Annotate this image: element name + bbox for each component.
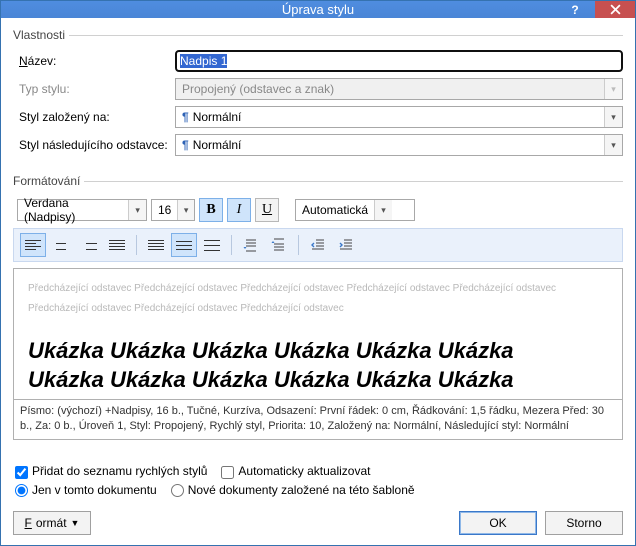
- close-icon: [610, 4, 621, 15]
- style-type-label: Typ stylu:: [13, 82, 175, 96]
- format-button[interactable]: Formát ▼: [13, 511, 91, 535]
- line-spacing-15-button[interactable]: [171, 233, 197, 257]
- separator: [136, 235, 137, 255]
- chevron-down-icon[interactable]: ▾: [177, 200, 194, 220]
- chevron-down-icon[interactable]: ▾: [604, 107, 622, 127]
- chevron-down-icon[interactable]: ▾: [604, 135, 622, 155]
- ok-button[interactable]: OK: [459, 511, 537, 535]
- align-center-button[interactable]: [48, 233, 74, 257]
- line-spacing-2-button[interactable]: [199, 233, 225, 257]
- separator: [231, 235, 232, 255]
- align-right-icon: [81, 240, 97, 250]
- line-spacing-1-button[interactable]: [143, 233, 169, 257]
- indent-increase-button[interactable]: [333, 233, 359, 257]
- font-size-combo[interactable]: 16 ▾: [151, 199, 195, 221]
- pilcrow-icon: ¶: [182, 110, 189, 124]
- following-style-select[interactable]: ¶Normální ▾: [175, 134, 623, 156]
- space-before-dec-button[interactable]: [266, 233, 292, 257]
- formatting-group: Formátování Verdana (Nadpisy) ▾ 16 ▾ B I…: [13, 174, 623, 444]
- bold-button[interactable]: B: [199, 198, 223, 222]
- name-input[interactable]: [175, 50, 623, 72]
- properties-group: Vlastnosti Název: Typ stylu: Propojený (…: [13, 28, 623, 166]
- style-type-select: Propojený (odstavec a znak) ▾: [175, 78, 623, 100]
- font-color-value: Automatická: [296, 203, 374, 217]
- chevron-down-icon[interactable]: ▾: [374, 200, 392, 220]
- following-value: ¶Normální: [176, 138, 604, 152]
- preview-sample-line-2: Ukázka Ukázka Ukázka Ukázka Ukázka Ukázk…: [28, 366, 608, 395]
- spacing-tight-icon: [148, 240, 164, 250]
- indent-inc-icon: [338, 237, 354, 253]
- style-type-value: Propojený (odstavec a znak): [176, 82, 604, 96]
- help-button[interactable]: ?: [555, 1, 595, 18]
- font-family-combo[interactable]: Verdana (Nadpisy) ▾: [17, 199, 147, 221]
- font-size-value: 16: [152, 203, 177, 217]
- align-center-icon: [53, 240, 69, 250]
- dialog-body: Vlastnosti Název: Typ stylu: Propojený (…: [1, 18, 635, 545]
- chevron-down-icon: ▾: [604, 79, 622, 99]
- para-space-icon: [271, 237, 287, 253]
- font-color-combo[interactable]: Automatická ▾: [295, 199, 415, 221]
- titlebar: Úprava stylu ?: [1, 1, 635, 18]
- window-title: Úprava stylu: [1, 2, 635, 17]
- align-left-icon: [25, 240, 41, 250]
- based-on-label: Styl založený na:: [13, 110, 175, 124]
- new-docs-radio-input[interactable]: [171, 484, 184, 497]
- following-label: Styl následujícího odstavce:: [13, 138, 175, 152]
- this-doc-radio[interactable]: Jen v tomto dokumentu: [15, 483, 157, 497]
- properties-legend: Vlastnosti: [13, 28, 69, 42]
- underline-button[interactable]: U: [255, 198, 279, 222]
- style-description: Písmo: (výchozí) +Nadpisy, 16 b., Tučné,…: [13, 400, 623, 440]
- spacing-med-icon: [176, 241, 192, 250]
- separator: [298, 235, 299, 255]
- italic-button[interactable]: I: [227, 198, 251, 222]
- preview-pane: Předcházející odstavec Předcházející ods…: [13, 268, 623, 400]
- auto-update-checkbox[interactable]: [221, 466, 234, 479]
- align-justify-button[interactable]: [104, 233, 130, 257]
- font-toolbar: Verdana (Nadpisy) ▾ 16 ▾ B I U Automatic…: [13, 196, 623, 228]
- titlebar-buttons: ?: [555, 1, 635, 18]
- indent-dec-icon: [310, 237, 326, 253]
- quick-styles-checkbox[interactable]: [15, 466, 28, 479]
- options-area: Přidat do seznamu rychlých stylů Automat…: [13, 464, 623, 501]
- based-on-select[interactable]: ¶Normální ▾: [175, 106, 623, 128]
- align-right-button[interactable]: [76, 233, 102, 257]
- pilcrow-icon: ¶: [182, 138, 189, 152]
- chevron-down-icon: ▼: [71, 518, 80, 528]
- chevron-down-icon[interactable]: ▾: [128, 200, 146, 220]
- para-space-icon: [243, 237, 259, 253]
- based-on-value: ¶Normální: [176, 110, 604, 124]
- align-left-button[interactable]: [20, 233, 46, 257]
- auto-update-check[interactable]: Automaticky aktualizovat: [221, 464, 370, 478]
- align-justify-icon: [109, 240, 125, 250]
- name-label: Název:: [13, 54, 175, 68]
- modify-style-dialog: Úprava stylu ? Vlastnosti Název: Typ sty…: [0, 0, 636, 546]
- quick-styles-check[interactable]: Přidat do seznamu rychlých stylů: [15, 464, 207, 478]
- font-family-value: Verdana (Nadpisy): [18, 196, 128, 224]
- preview-sample-line-1: Ukázka Ukázka Ukázka Ukázka Ukázka Ukázk…: [28, 337, 608, 366]
- close-button[interactable]: [595, 1, 635, 18]
- indent-decrease-button[interactable]: [305, 233, 331, 257]
- preview-context-text: Předcházející odstavec Předcházející ods…: [28, 279, 608, 319]
- space-before-inc-button[interactable]: [238, 233, 264, 257]
- this-doc-radio-input[interactable]: [15, 484, 28, 497]
- new-docs-radio[interactable]: Nové dokumenty založené na této šabloně: [171, 483, 415, 497]
- formatting-legend: Formátování: [13, 174, 84, 188]
- cancel-button[interactable]: Storno: [545, 511, 623, 535]
- dialog-footer: Formát ▼ OK Storno: [13, 511, 623, 535]
- spacing-wide-icon: [204, 240, 220, 251]
- paragraph-toolbar: [13, 228, 623, 262]
